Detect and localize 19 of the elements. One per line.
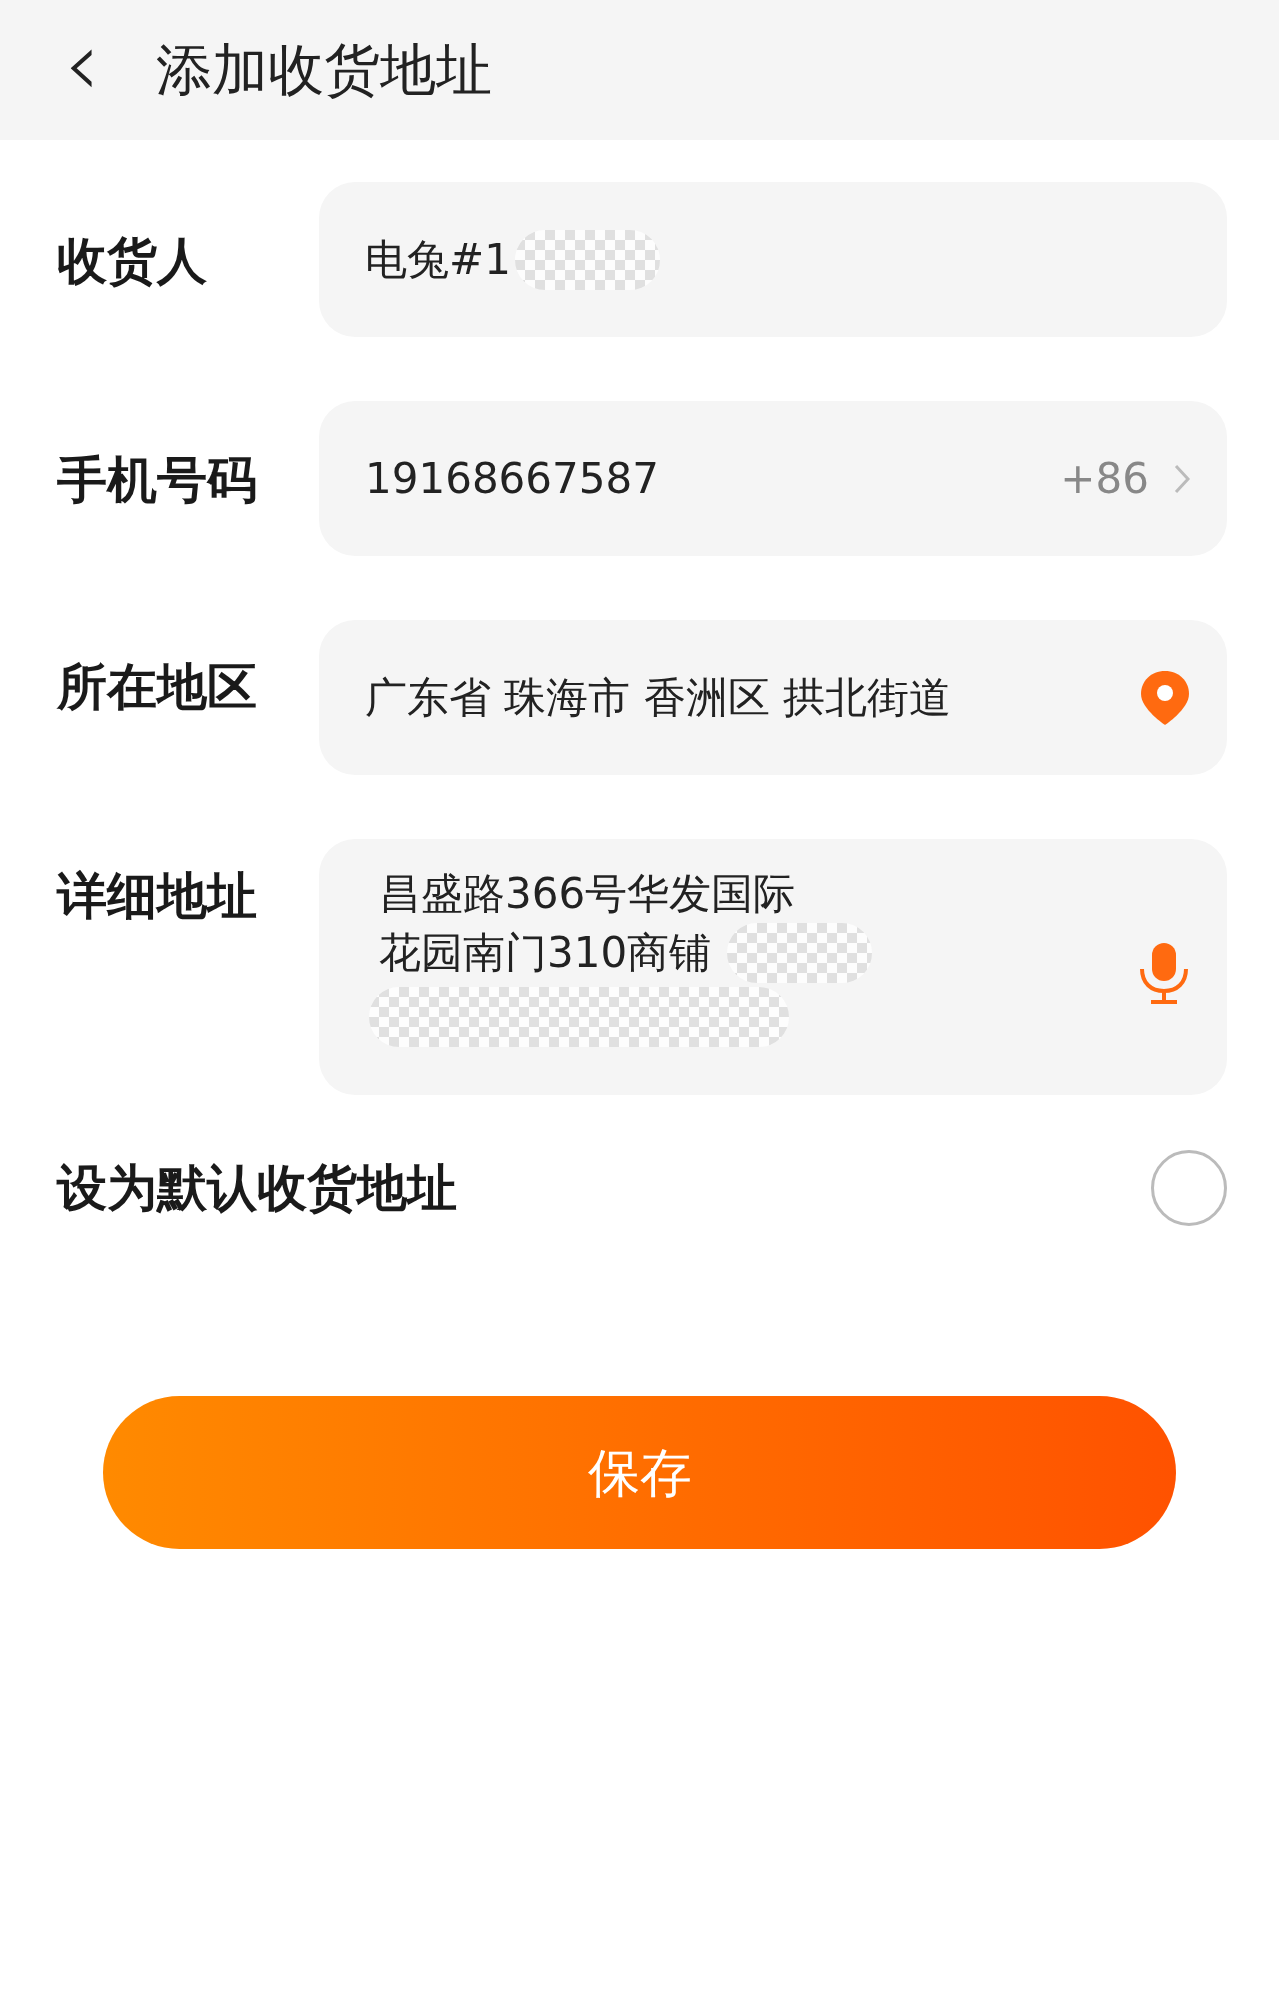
field-label: 详细地址	[57, 866, 258, 927]
field-value: 电兔#1	[365, 234, 511, 286]
field-label: 所在地区	[57, 657, 258, 718]
field-label: 手机号码	[57, 450, 258, 511]
address-line: 昌盛路366号华发国际	[379, 868, 796, 920]
back-button[interactable]: ‹	[58, 19, 106, 121]
microphone-icon[interactable]	[1137, 941, 1191, 1005]
input-field[interactable]: 昌盛路366号华发国际 花园南门310商铺	[319, 839, 1227, 1095]
page-title: 添加收货地址	[156, 36, 492, 104]
field-label: 收货人	[57, 231, 208, 292]
input-field[interactable]: 广东省 珠海市 香洲区 拱北街道	[319, 620, 1227, 775]
location-pin-icon[interactable]	[1139, 668, 1191, 727]
input-field[interactable]: 电兔#1	[319, 182, 1227, 337]
address-line: 花园南门310商铺	[379, 927, 712, 979]
field-value: 19168667587	[365, 453, 660, 505]
chevron-right-icon[interactable]	[1173, 462, 1191, 495]
default-address-label: 设为默认收货地址	[57, 1157, 457, 1219]
field-value: 广东省 珠海市 香洲区 拱北街道	[365, 672, 953, 724]
input-field[interactable]: 19168667587 +86	[319, 401, 1227, 556]
